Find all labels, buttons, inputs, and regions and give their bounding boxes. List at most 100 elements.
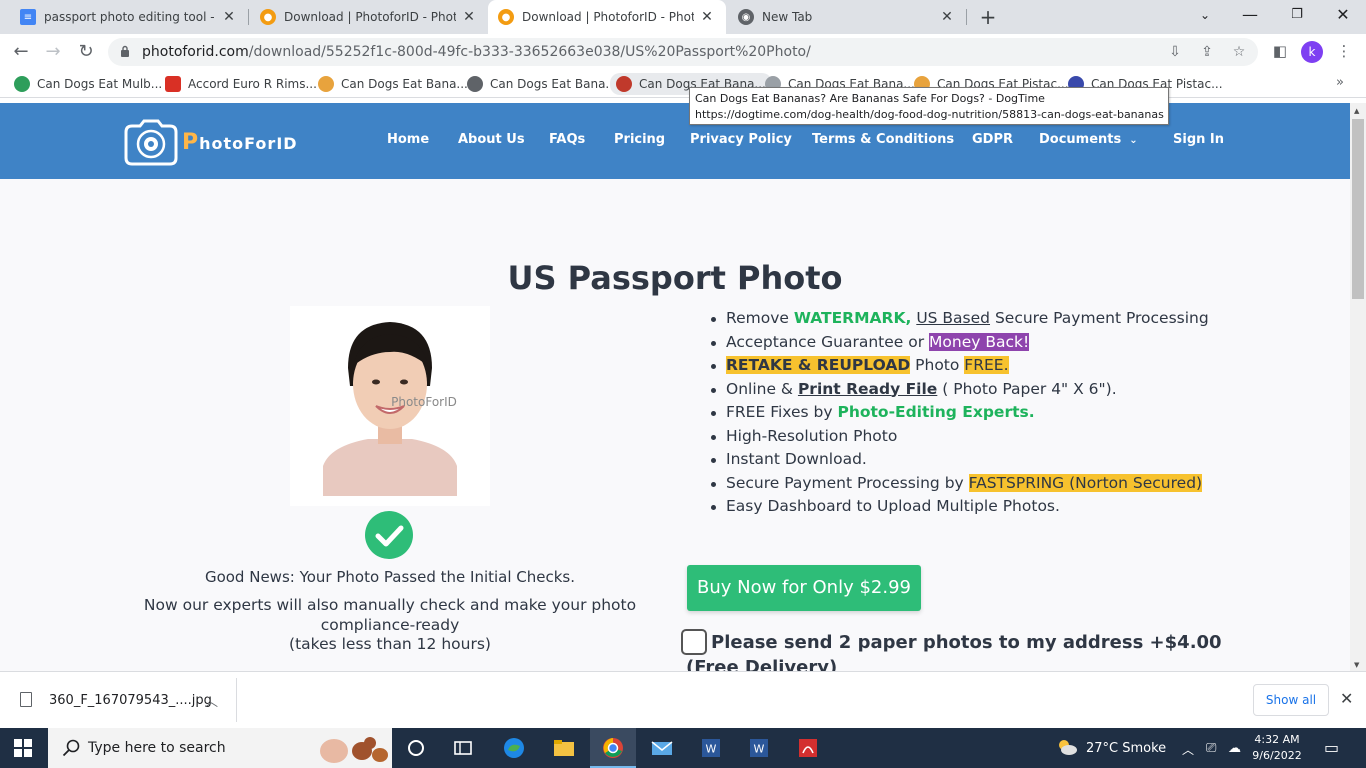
buy-now-button[interactable]: Buy Now for Only $2.99 [687,565,921,611]
new-tab-button[interactable]: + [976,5,1000,29]
svg-text:W: W [706,743,717,756]
file-explorer-icon[interactable] [553,737,575,759]
weather-text[interactable]: 27°C Smoke [1086,741,1166,756]
photoforid-icon: ● [260,9,276,25]
install-app-icon[interactable]: ⇩ [1166,44,1184,60]
nav-terms-conditions[interactable]: Terms & Conditions [812,132,954,147]
car-icon [165,76,181,92]
portrait-image: PhotoForID [290,306,490,506]
back-icon[interactable]: ← [10,41,32,62]
share-icon[interactable]: ⇪ [1198,44,1216,60]
list-item: Acceptance Guarantee or Money Back! [708,331,1268,355]
list-item: Easy Dashboard to Upload Multiple Photos… [708,495,1268,519]
close-download-bar-icon[interactable]: ✕ [1340,689,1353,708]
nav-gdpr[interactable]: GDPR [972,132,1013,147]
site-logo[interactable]: PhotoForID [122,117,298,167]
site-favicon-icon [14,76,30,92]
url-text[interactable]: photoforid.com/download/55252f1c-800d-49… [142,44,811,60]
close-tab-icon[interactable]: ✕ [462,9,476,25]
bookmark-item[interactable]: Can Dogs Eat Bana... [318,75,468,93]
close-tab-icon[interactable]: ✕ [222,9,236,25]
watermark-text: PhotoForID [391,395,457,409]
list-item: Instant Download. [708,448,1268,472]
list-item: FREE Fixes by Photo-Editing Experts. [708,401,1268,425]
bookmark-item[interactable]: Accord Euro R Rims... [165,75,317,93]
minimize-icon[interactable]: — [1240,5,1260,24]
windows-start-icon[interactable] [14,739,32,757]
file-icon [20,692,32,707]
page-scrollbar[interactable]: ▲ ▼ [1350,103,1366,671]
bookmark-item[interactable]: Can Dogs Eat Mulb... [14,75,162,93]
system-clock[interactable]: 4:32 AM 9/6/2022 [1252,732,1302,764]
menu-icon[interactable]: ⋮ [1334,42,1354,60]
windows-taskbar: Type here to search W W 27°C Smoke ︿ ⎚ ☁… [0,728,1366,768]
scroll-up-icon[interactable]: ▲ [1354,107,1359,115]
restore-icon[interactable]: ❐ [1287,7,1307,22]
edge-icon[interactable] [503,737,525,759]
cortana-icon[interactable] [405,737,427,759]
show-all-button[interactable]: Show all [1253,684,1329,716]
notifications-icon[interactable]: ▭ [1324,738,1339,757]
chrome-icon[interactable] [602,737,624,759]
weather-icon[interactable] [1055,736,1079,758]
address-bar[interactable]: photoforid.com/download/55252f1c-800d-49… [108,38,1258,66]
word-icon[interactable]: W [748,737,770,759]
list-item: Online & Print Ready File ( Photo Paper … [708,378,1268,402]
forward-icon[interactable]: → [42,41,64,62]
list-item: Remove WATERMARK, US Based Secure Paymen… [708,307,1268,331]
nav-pricing[interactable]: Pricing [614,132,665,147]
photoforid-icon: ● [498,9,514,25]
main-content: US Passport Photo PhotoForID Good News: … [0,179,1350,671]
lock-icon [121,45,129,57]
tab-strip: ≡ passport photo editing tool - Go ✕ ● D… [0,0,1366,34]
onedrive-cloud-icon[interactable]: ☁ [1228,741,1241,756]
globe-icon [467,76,483,92]
nav-home[interactable]: Home [387,132,429,147]
reload-icon[interactable]: ↻ [75,41,97,62]
tab-passport-editing[interactable]: ≡ passport photo editing tool - Go ✕ [10,0,248,34]
divider [236,678,237,722]
mail-icon[interactable] [651,737,673,759]
paper-photos-label[interactable]: Please send 2 paper photos to my address… [686,630,1246,671]
tab-photoforid-active[interactable]: ● Download | PhotoforID - Photo c ✕ [488,0,726,34]
nav-sign-in[interactable]: Sign In [1173,132,1224,147]
nav-faqs[interactable]: FAQs [549,132,585,147]
chevron-up-icon[interactable]: ︿ [205,691,218,710]
chrome-icon: ◉ [738,9,754,25]
good-news-text: Good News: Your Photo Passed the Initial… [204,568,576,586]
nav-about-us[interactable]: About Us [458,132,525,147]
acrobat-icon[interactable] [797,737,819,759]
paper-photos-checkbox[interactable] [681,629,707,655]
window-close-icon[interactable]: ✕ [1333,5,1353,24]
camera-logo-icon [124,119,178,166]
tab-photoforid-1[interactable]: ● Download | PhotoforID - Photo c ✕ [250,0,486,34]
profile-avatar[interactable]: k [1301,41,1323,63]
browser-toolbar: ← → ↻ photoforid.com/download/55252f1c-8… [0,34,1366,70]
experts-note: Now our experts will also manually check… [143,596,637,653]
tab-new-tab[interactable]: ◉ New Tab ✕ [728,0,966,34]
more-bookmarks-icon[interactable]: » [1336,75,1344,90]
list-item: Secure Payment Processing by FASTSPRING … [708,472,1268,496]
scrollbar-thumb[interactable] [1352,119,1364,299]
close-tab-icon[interactable]: ✕ [700,9,714,25]
network-icon[interactable]: ⎚ [1206,741,1216,756]
bookmark-star-icon[interactable]: ☆ [1230,44,1248,60]
check-circle-icon [365,511,413,559]
logo-text: PhotoForID [182,129,298,155]
bookmark-item[interactable]: Can Dogs Eat Bana... [467,75,617,93]
docs-icon: ≡ [20,9,36,25]
taskbar-search[interactable]: Type here to search [48,728,392,768]
close-tab-icon[interactable]: ✕ [940,9,954,25]
side-panel-icon[interactable]: ◧ [1270,42,1290,60]
chevron-up-icon[interactable]: ︿ [1182,741,1194,758]
tab-search-icon[interactable]: ⌄ [1195,8,1215,22]
task-view-icon[interactable] [452,737,474,759]
paw-icon [616,76,632,92]
nav-documents[interactable]: Documents ⌄ [1039,132,1138,147]
search-icon [62,739,80,757]
download-file-name[interactable]: 360_F_167079543_....jpg [49,693,212,708]
scroll-down-icon[interactable]: ▼ [1354,661,1359,669]
chevron-down-icon: ⌄ [1129,135,1138,146]
nav-privacy-policy[interactable]: Privacy Policy [690,132,792,147]
word-icon[interactable]: W [700,737,722,759]
